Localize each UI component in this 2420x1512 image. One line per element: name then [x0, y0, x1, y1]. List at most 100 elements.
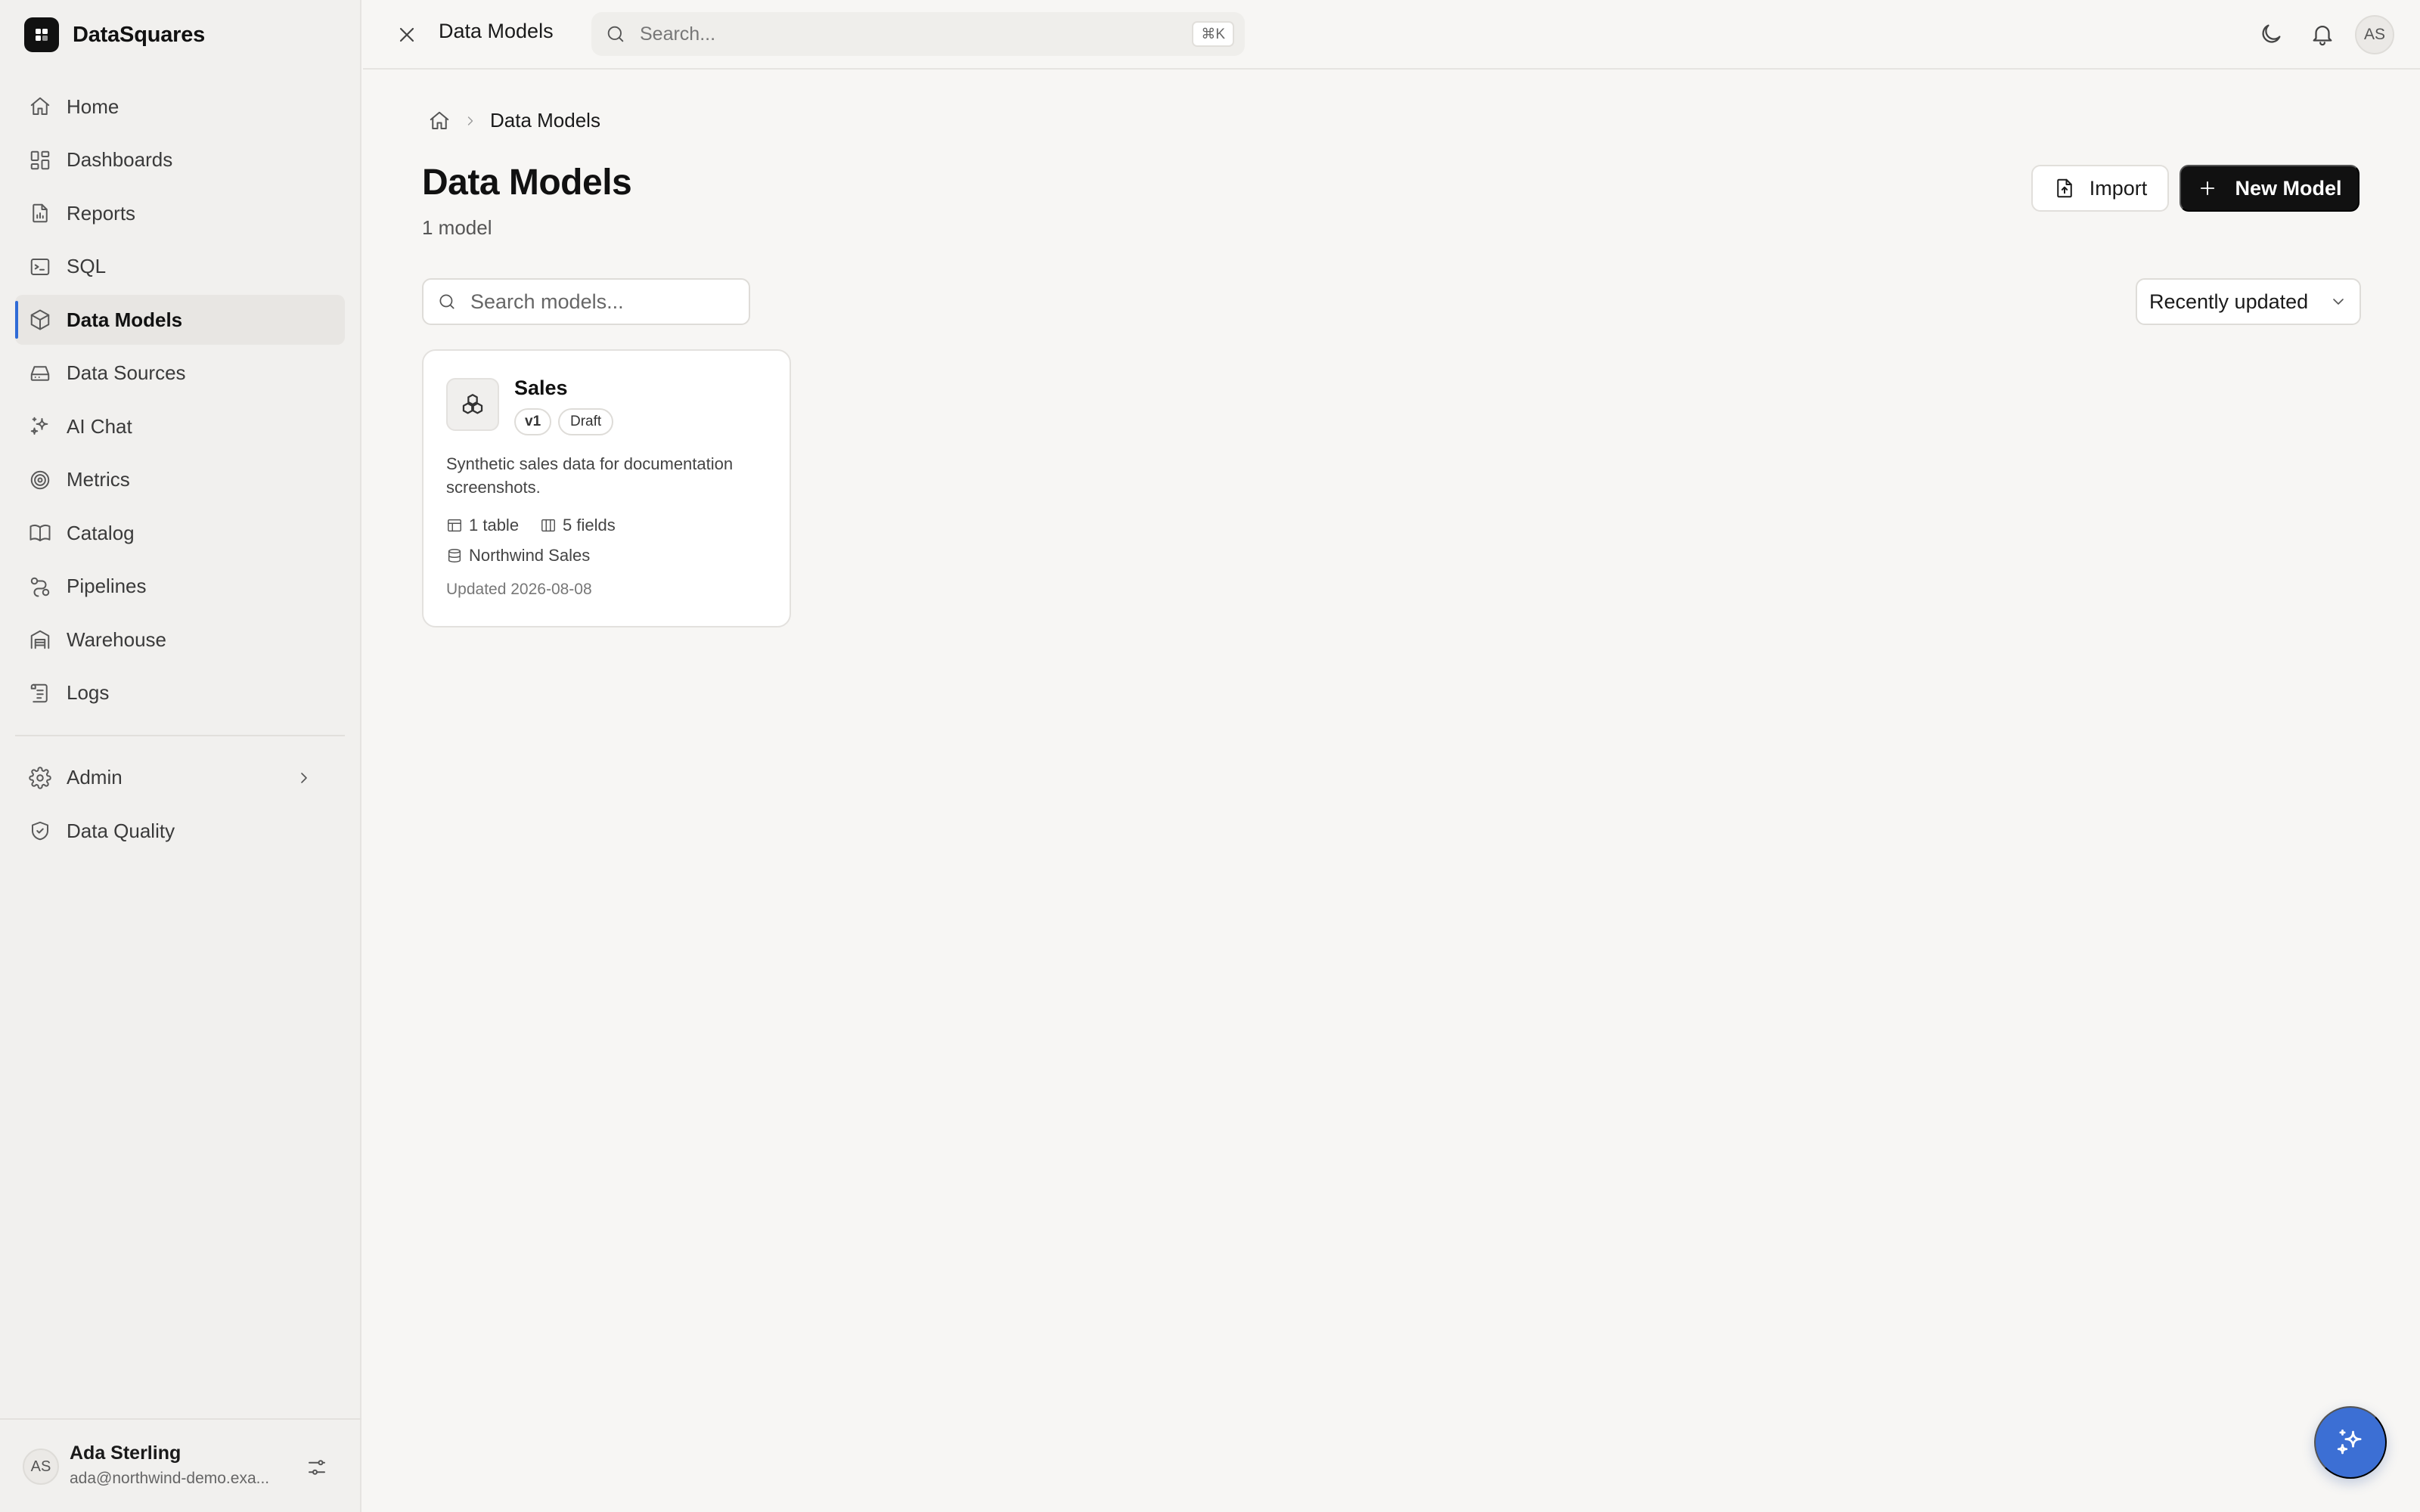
- import-button-label: Import: [2089, 176, 2148, 200]
- book-icon: [29, 522, 51, 544]
- target-icon: [29, 469, 51, 491]
- model-count: 1 model: [422, 216, 492, 239]
- keyboard-shortcut: ⌘K: [1192, 21, 1234, 47]
- avatar[interactable]: AS: [2355, 15, 2394, 54]
- avatar: AS: [23, 1448, 59, 1485]
- sliders-icon[interactable]: [306, 1456, 328, 1479]
- columns-icon: [540, 517, 557, 534]
- pipeline-icon: [29, 575, 51, 598]
- sidebar-item-sql[interactable]: SQL: [15, 242, 345, 292]
- model-search-input[interactable]: [470, 290, 743, 314]
- plus-icon: [2197, 178, 2218, 199]
- version-badge: v1: [514, 408, 552, 435]
- brand[interactable]: DataSquares: [24, 17, 206, 52]
- sidebar-item-label: Logs: [67, 681, 110, 704]
- chevron-right-icon: [463, 113, 478, 129]
- sparkles-icon: [2335, 1427, 2366, 1458]
- table-icon: [446, 517, 463, 534]
- sidebar-item-label: Dashboards: [67, 148, 173, 171]
- sparkles-icon: [29, 415, 51, 438]
- user-name: Ada Sterling: [70, 1442, 182, 1464]
- sidebar-item-label: Warehouse: [67, 627, 166, 651]
- model-description: Synthetic sales data for documentation s…: [446, 454, 734, 497]
- close-icon[interactable]: [395, 23, 419, 47]
- new-model-button-label: New Model: [2235, 176, 2342, 200]
- sidebar: DataSquares Home Dashboards Reports SQL …: [0, 0, 361, 1512]
- sidebar-item-catalog[interactable]: Catalog: [15, 508, 345, 558]
- sidebar-item-label: SQL: [67, 255, 107, 277]
- sidebar-item-warehouse[interactable]: Warehouse: [15, 615, 345, 665]
- table-count-label: 1 table: [469, 516, 520, 534]
- sidebar-item-data-models[interactable]: Data Models: [15, 295, 345, 345]
- model-search-field[interactable]: [422, 278, 750, 325]
- model-source-label: Northwind Sales: [469, 546, 591, 565]
- sidebar-item-label: Pipelines: [67, 575, 147, 597]
- sidebar-item-label: Reports: [67, 201, 136, 225]
- warehouse-icon: [29, 628, 51, 651]
- model-name: Sales: [514, 376, 568, 399]
- sidebar-item-label: Catalog: [67, 521, 135, 544]
- model-icon-tile: [446, 378, 499, 431]
- ai-assistant-button[interactable]: [2314, 1406, 2387, 1479]
- chevron-right-icon: [295, 769, 313, 787]
- gear-icon: [29, 766, 51, 789]
- sidebar-item-logs[interactable]: Logs: [15, 668, 345, 718]
- terminal-icon: [29, 256, 51, 278]
- topbar: Data Models Search... ⌘K AS: [363, 0, 2420, 70]
- sidebar-item-data-sources[interactable]: Data Sources: [15, 349, 345, 398]
- sidebar-item-ai-chat[interactable]: AI Chat: [15, 401, 345, 451]
- breadcrumb-current: Data Models: [490, 109, 600, 132]
- shield-check-icon: [29, 820, 51, 842]
- sidebar-item-pipelines[interactable]: Pipelines: [15, 562, 345, 612]
- dashboard-icon: [29, 149, 51, 172]
- model-source: Northwind Sales: [446, 546, 590, 565]
- sidebar-item-data-quality[interactable]: Data Quality: [15, 806, 345, 856]
- app-logo-icon: [24, 17, 59, 52]
- app-name: DataSquares: [73, 22, 206, 47]
- breadcrumb: Data Models: [428, 109, 600, 132]
- sort-select-value: Recently updated: [2149, 290, 2309, 313]
- user-email: ada@northwind-demo.exa...: [70, 1470, 270, 1487]
- search-icon: [605, 23, 626, 45]
- home-icon: [29, 95, 51, 118]
- topbar-title: Data Models: [439, 20, 554, 42]
- user-profile[interactable]: AS Ada Sterling ada@northwind-demo.exa..…: [0, 1418, 361, 1512]
- new-model-button[interactable]: New Model: [2180, 165, 2360, 212]
- sidebar-nav: Home Dashboards Reports SQL Data Models …: [15, 82, 345, 860]
- database-icon: [446, 547, 463, 564]
- sidebar-item-admin[interactable]: Admin: [15, 753, 345, 803]
- field-count: 5 fields: [540, 516, 616, 535]
- sidebar-item-reports[interactable]: Reports: [15, 188, 345, 238]
- search-placeholder: Search...: [640, 23, 716, 45]
- global-search-input[interactable]: Search... ⌘K: [591, 12, 1245, 56]
- sidebar-item-label: Metrics: [67, 468, 130, 491]
- table-count: 1 table: [446, 516, 519, 535]
- sort-select[interactable]: Recently updated: [2136, 278, 2361, 325]
- page-title: Data Models: [422, 163, 632, 203]
- sidebar-divider: [15, 734, 345, 736]
- field-count-label: 5 fields: [563, 516, 616, 534]
- sidebar-item-dashboards[interactable]: Dashboards: [15, 135, 345, 185]
- bell-icon[interactable]: [2310, 21, 2335, 47]
- home-icon[interactable]: [428, 110, 451, 132]
- model-card[interactable]: Sales v1 Draft Synthetic sales data for …: [422, 349, 791, 627]
- import-button[interactable]: Import: [2031, 165, 2169, 212]
- cube-icon: [29, 308, 51, 331]
- sidebar-item-label: Data Models: [67, 308, 183, 331]
- sidebar-item-label: AI Chat: [67, 414, 132, 438]
- logs-icon: [29, 682, 51, 705]
- sidebar-item-label: Data Quality: [67, 819, 175, 842]
- sidebar-item-label: Data Sources: [67, 361, 186, 384]
- report-icon: [29, 202, 51, 225]
- sidebar-item-label: Admin: [67, 766, 123, 789]
- sidebar-item-label: Home: [67, 94, 119, 118]
- sidebar-item-home[interactable]: Home: [15, 82, 345, 132]
- sidebar-item-metrics[interactable]: Metrics: [15, 455, 345, 505]
- search-icon: [437, 292, 457, 311]
- status-badge: Draft: [558, 408, 614, 435]
- moon-icon[interactable]: [2258, 21, 2284, 47]
- chevron-down-icon: [2329, 293, 2347, 311]
- drive-icon: [29, 362, 51, 385]
- file-upload-icon: [2053, 177, 2076, 200]
- updated-timestamp: Updated 2026-08-08: [446, 581, 592, 598]
